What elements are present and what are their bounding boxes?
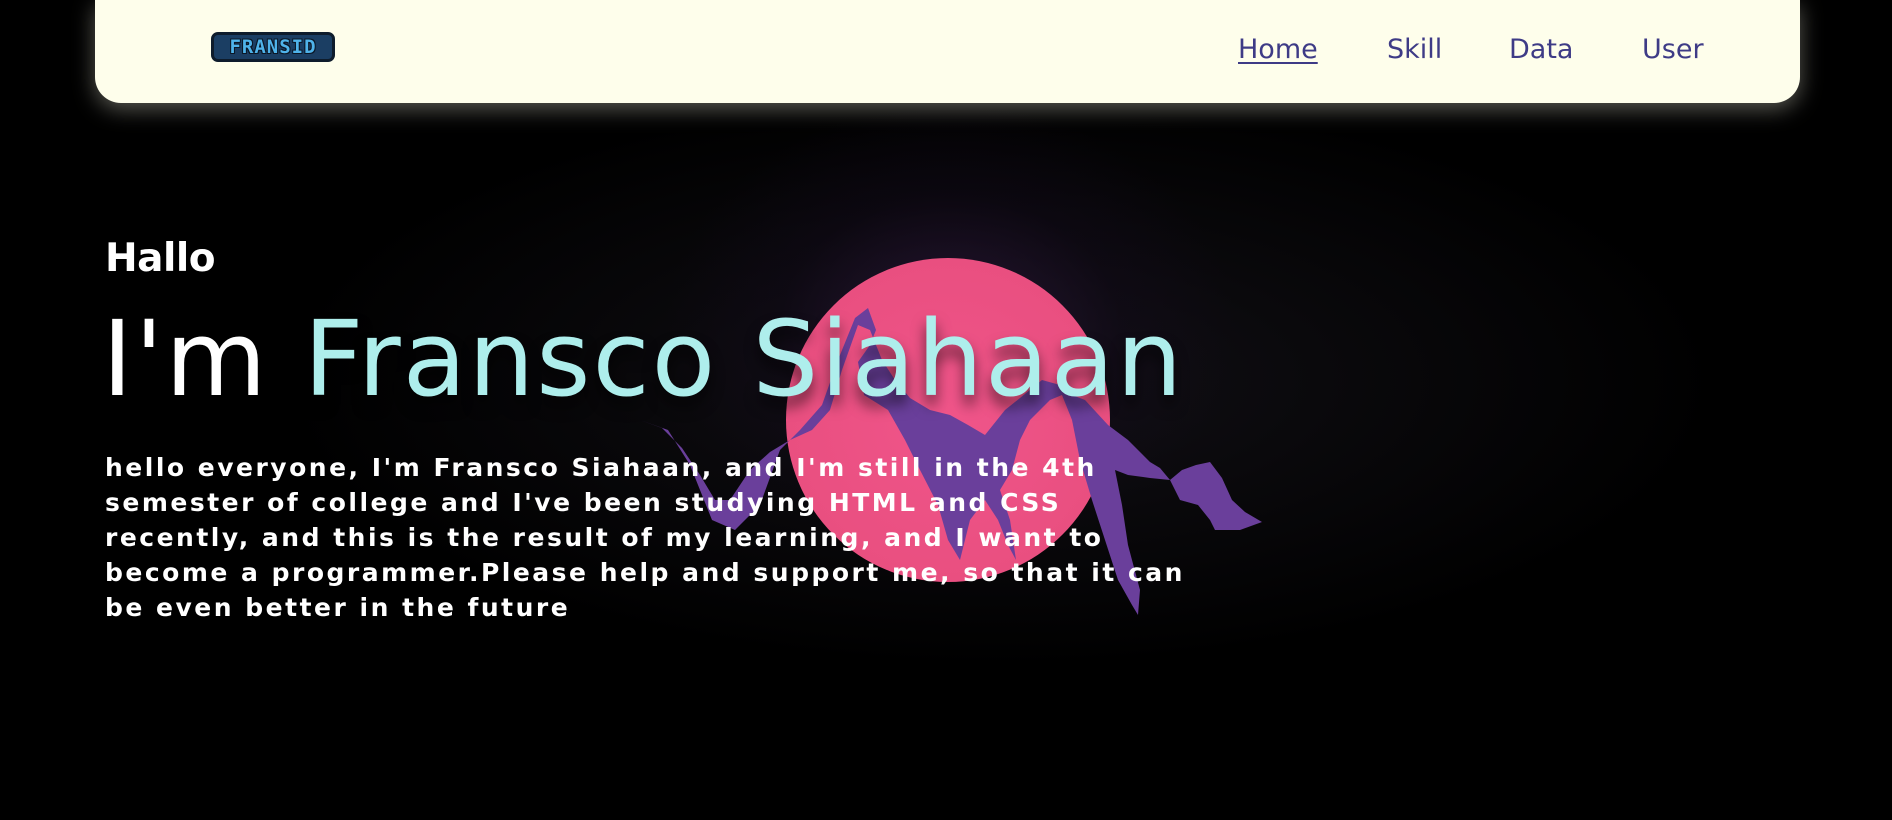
hero-page: FRANSID Home Skill Data User Hallo I'm F… bbox=[0, 0, 1892, 820]
logo-text: FRANSID bbox=[229, 36, 317, 58]
hero-headline: I'm Fransco Siahaan bbox=[102, 307, 1184, 411]
nav-link-data[interactable]: Data bbox=[1509, 34, 1573, 65]
nav-link-skill[interactable]: Skill bbox=[1387, 34, 1442, 65]
site-logo[interactable]: FRANSID bbox=[211, 32, 335, 62]
headline-prefix: I'm bbox=[102, 298, 269, 420]
nav-link-home[interactable]: Home bbox=[1238, 34, 1318, 65]
hero-greeting: Hallo bbox=[105, 236, 216, 281]
top-navbar: FRANSID Home Skill Data User bbox=[95, 0, 1800, 103]
headline-name: Fransco Siahaan bbox=[303, 298, 1185, 420]
nav-link-user[interactable]: User bbox=[1642, 34, 1704, 65]
hero-intro-text: hello everyone, I'm Fransco Siahaan, and… bbox=[105, 453, 1185, 622]
